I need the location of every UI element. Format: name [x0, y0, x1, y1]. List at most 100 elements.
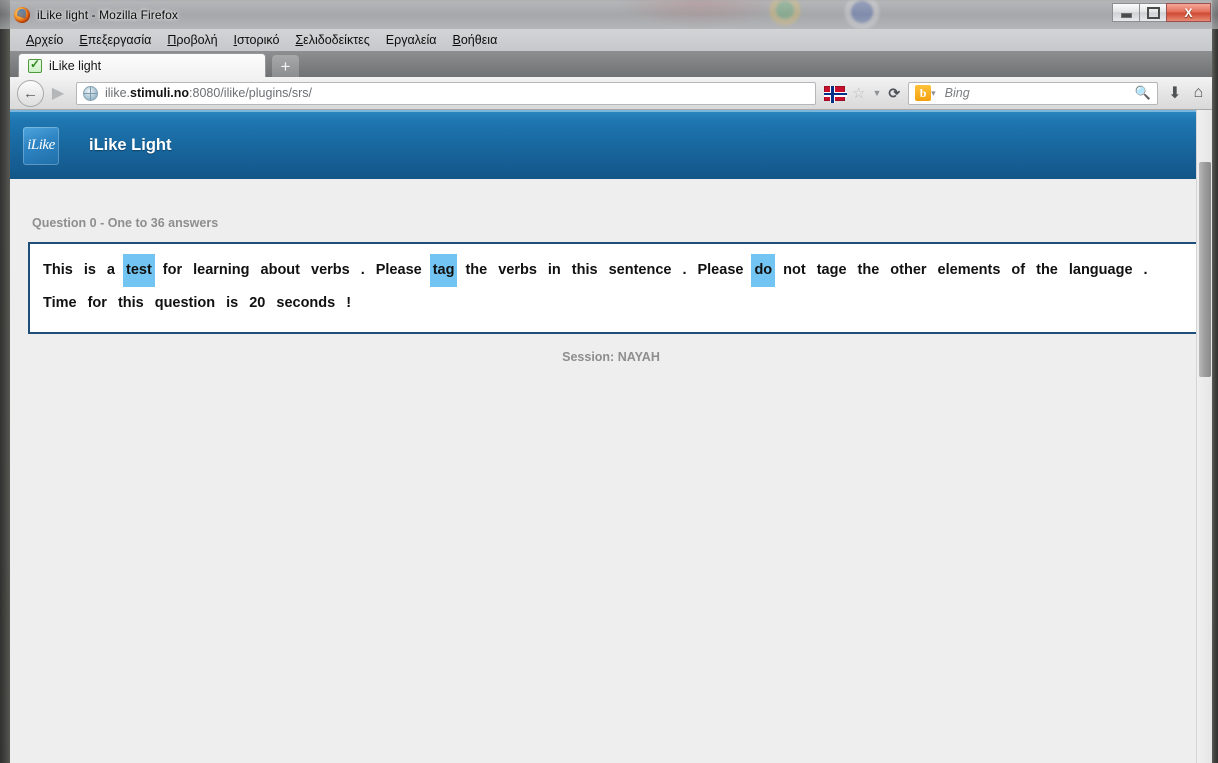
window-title: iLike light - Mozilla Firefox — [37, 7, 178, 22]
menu-item-edit[interactable]: Επεξεργασία — [71, 31, 159, 49]
minimize-button[interactable] — [1112, 3, 1140, 22]
menu-bar: Αρχείο Επεξεργασία Προβολή Ιστορικό Σελι… — [10, 29, 1212, 51]
norway-flag-icon[interactable] — [824, 85, 847, 103]
menu-label: Εργαλεία — [385, 33, 437, 47]
window-controls: X — [1112, 3, 1211, 22]
url-text: ilike.stimuli.no:8080/ilike/plugins/srs/ — [105, 86, 312, 100]
menu-label: οήθεια — [460, 33, 498, 47]
maximize-button[interactable] — [1139, 3, 1167, 22]
sentence-token[interactable]: this — [569, 254, 601, 287]
sentence-token[interactable]: about — [258, 254, 303, 287]
page-content: iLike iLike Light Question 0 - One to 36… — [10, 110, 1212, 763]
menu-item-history[interactable]: Ιστορικό — [226, 31, 288, 49]
forward-button[interactable]: ▶ — [46, 80, 70, 106]
search-icon[interactable]: 🔍 — [1135, 85, 1151, 101]
navigation-toolbar: ← ▶ ilike.stimuli.no:8080/ilike/plugins/… — [10, 77, 1212, 110]
tab-title: iLike light — [49, 58, 102, 73]
sentence-token[interactable]: not — [780, 254, 809, 287]
sentence-token[interactable]: the — [855, 254, 883, 287]
menu-item-file[interactable]: Αρχείο — [18, 31, 71, 49]
globe-icon — [83, 85, 98, 101]
sentence-token[interactable]: for — [160, 254, 185, 287]
tab-strip: iLike light + — [10, 51, 1212, 77]
checkmark-favicon-icon — [28, 57, 42, 73]
url-suffix: :8080/ilike/plugins/srs/ — [189, 86, 313, 100]
session-label: Session: NAYAH — [562, 350, 660, 364]
question-sentence-box[interactable]: This is a test for learning about verbs. Please t… — [28, 242, 1198, 334]
sentence-token[interactable]: tage — [814, 254, 850, 287]
close-button[interactable]: X — [1166, 3, 1211, 22]
reload-icon[interactable]: ⟳ — [888, 85, 900, 102]
sentence-token-tagged[interactable]: test — [122, 254, 155, 287]
url-host: stimuli.no — [130, 86, 190, 100]
sentence-token[interactable]: seconds — [273, 287, 338, 320]
scrollbar-thumb[interactable] — [1199, 162, 1211, 377]
firefox-logo-icon — [14, 6, 30, 23]
sentence-token[interactable]: other — [887, 254, 929, 287]
home-icon[interactable]: ⌂ — [1194, 84, 1204, 102]
sentence-token[interactable]: learning — [190, 254, 252, 287]
sentence-token[interactable]: the — [1033, 254, 1061, 287]
sentence-token[interactable]: a — [104, 254, 118, 287]
sentence-token[interactable]: . — [358, 254, 368, 287]
bing-icon[interactable]: b — [915, 85, 932, 101]
app-title: iLike Light — [89, 136, 172, 154]
menu-accesskey: Σ — [295, 33, 304, 47]
menu-label: στορικό — [237, 33, 280, 47]
back-button[interactable]: ← — [17, 79, 44, 107]
sentence-token[interactable]: Please — [694, 254, 746, 287]
sentence-token[interactable]: of — [1008, 254, 1028, 287]
sentence-token[interactable]: the — [462, 254, 490, 287]
menu-accesskey: Ε — [79, 33, 88, 47]
sentence-token[interactable]: is — [81, 254, 99, 287]
menu-label: ροβολή — [176, 33, 218, 47]
sentence-token[interactable]: ! — [343, 287, 354, 320]
menu-accesskey: Β — [452, 33, 461, 47]
window-frame-right — [1212, 0, 1218, 763]
menu-label: πεξεργασία — [87, 33, 152, 47]
sentence-token-tagged[interactable]: tag — [429, 254, 458, 287]
sentence-token[interactable]: Please — [373, 254, 425, 287]
sentence-token[interactable]: question — [152, 287, 218, 320]
download-icon[interactable]: ⬇ — [1168, 83, 1181, 103]
sentence-token[interactable]: is — [223, 287, 241, 320]
app-header: iLike iLike Light — [10, 110, 1206, 179]
window-frame-left — [0, 0, 10, 763]
search-input[interactable]: Bing — [945, 86, 1135, 100]
menu-item-tools[interactable]: Εργαλεία — [378, 31, 445, 49]
sentence-token[interactable]: for — [85, 287, 110, 320]
ilike-logo: iLike — [23, 126, 59, 165]
menu-label: ρχείο — [34, 33, 64, 47]
menu-item-help[interactable]: Βοήθεια — [445, 31, 506, 49]
sentence-token[interactable]: elements — [935, 254, 1004, 287]
page-body: Question 0 - One to 36 answers This is a te… — [10, 216, 1212, 364]
page-scrollbar[interactable] — [1196, 110, 1212, 763]
sentence-token[interactable]: . — [679, 254, 689, 287]
question-label: Question 0 - One to 36 answers — [32, 216, 219, 230]
menu-item-view[interactable]: Προβολή — [159, 31, 225, 49]
new-tab-button[interactable]: + — [272, 55, 299, 77]
sentence-tokens: This is a test for learning about verbs. Please t… — [40, 254, 1186, 320]
tab-ilike-light[interactable]: iLike light — [18, 53, 266, 77]
sentence-token[interactable]: This — [40, 254, 76, 287]
search-bar[interactable]: b ▾ Bing 🔍 — [908, 81, 1159, 105]
sentence-token[interactable]: language — [1066, 254, 1136, 287]
url-prefix: ilike. — [105, 86, 131, 100]
sentence-token[interactable]: this — [115, 287, 147, 320]
sentence-token[interactable]: . — [1141, 254, 1151, 287]
sentence-token[interactable]: Time — [40, 287, 80, 320]
title-bar: iLike light - Mozilla Firefox X — [0, 0, 1218, 29]
search-engine-chevron-icon[interactable]: ▾ — [931, 88, 936, 99]
sentence-token[interactable]: verbs — [308, 254, 353, 287]
menu-item-bookmarks[interactable]: Σελιδοδείκτες — [287, 31, 377, 49]
bookmark-star-icon[interactable]: ☆ — [852, 86, 865, 101]
urlbar-actions: ☆ ▼ ⟳ — [824, 85, 900, 103]
menu-label: ελιδοδείκτες — [303, 33, 370, 47]
sentence-token[interactable]: verbs — [495, 254, 540, 287]
chevron-down-icon[interactable]: ▼ — [872, 88, 881, 98]
url-bar[interactable]: ilike.stimuli.no:8080/ilike/plugins/srs/ — [76, 81, 816, 105]
sentence-token[interactable]: 20 — [246, 287, 268, 320]
sentence-token[interactable]: sentence — [606, 254, 675, 287]
sentence-token[interactable]: in — [545, 254, 564, 287]
sentence-token-tagged[interactable]: do — [751, 254, 776, 287]
